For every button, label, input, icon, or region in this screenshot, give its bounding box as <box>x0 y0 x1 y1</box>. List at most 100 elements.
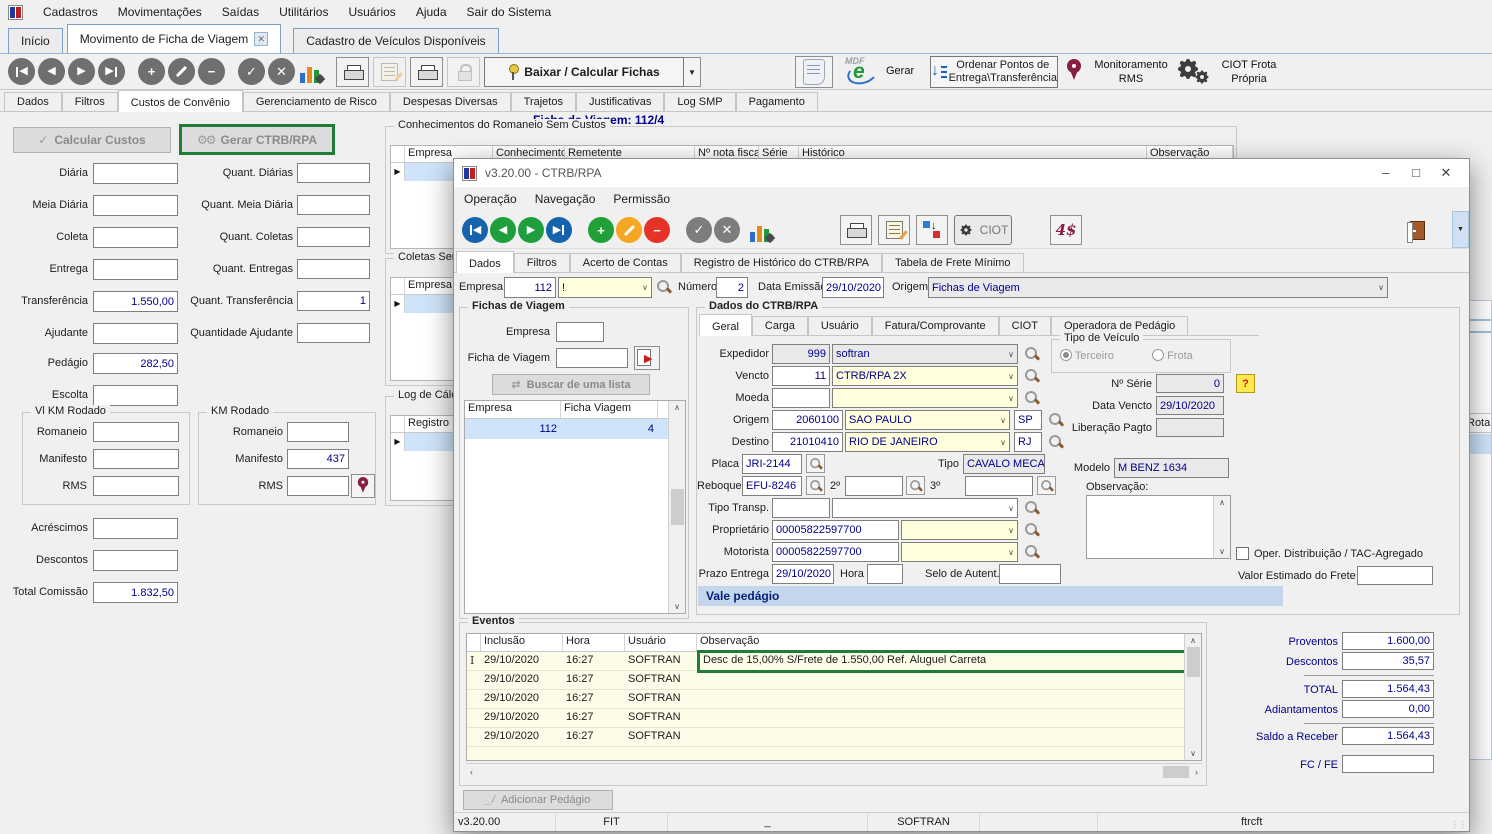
destino-combo[interactable]: RIO DE JANEIRO∨ <box>845 432 1010 452</box>
menu-ajuda[interactable]: Ajuda <box>416 5 447 19</box>
subtab-gerenciamento-risco[interactable]: Gerenciamento de Risco <box>243 92 390 111</box>
scroll-up-icon[interactable]: ∧ <box>1190 636 1196 645</box>
destino-uf-field[interactable]: RJ <box>1014 432 1042 452</box>
toolbar-dropdown-arrow[interactable]: ▼ <box>1452 211 1469 248</box>
observacao-textarea[interactable]: ∧∨ <box>1086 495 1231 559</box>
ordenar-pontos-button[interactable]: Ordenar Pontos deEntrega\Transferência <box>930 56 1058 88</box>
numero-field[interactable]: 2 <box>716 277 748 298</box>
calcular-custos-button[interactable]: ✓Calcular Custos <box>13 127 171 153</box>
proprietario-field[interactable]: 00005822597700 <box>772 520 899 540</box>
close-tab-icon[interactable]: ✕ <box>254 32 268 46</box>
subtab-log-smp[interactable]: Log SMP <box>664 92 735 111</box>
quant-meia-diaria-field[interactable] <box>297 195 370 215</box>
vertical-scrollbar[interactable]: ∧ ∨ <box>1184 634 1201 760</box>
col-hora[interactable]: Hora <box>563 634 625 651</box>
nav-first-button[interactable]: ◀ <box>462 217 488 243</box>
horizontal-scrollbar[interactable]: ‹ › <box>466 763 1202 779</box>
tab-movimento-ficha-viagem[interactable]: Movimento de Ficha de Viagem ✕ <box>67 24 282 53</box>
reboque2-field[interactable] <box>845 476 903 496</box>
delete-button[interactable]: − <box>198 58 225 85</box>
confirm-button[interactable]: ✓ <box>686 217 712 243</box>
modelo-field[interactable]: M BENZ 1634 <box>1114 458 1229 478</box>
gears-icon[interactable] <box>1180 61 1214 85</box>
proventos-field[interactable]: 1.600,00 <box>1342 632 1434 650</box>
exit-button[interactable] <box>1402 215 1432 245</box>
search-icon[interactable] <box>656 279 672 295</box>
subtab-custos-convenio[interactable]: Custos de Convênio <box>118 90 243 112</box>
transfer-button[interactable] <box>916 215 948 245</box>
data-emissao-field[interactable]: 29/10/2020 <box>822 277 884 298</box>
baixar-calcular-button[interactable]: Baixar / Calcular Fichas <box>484 57 684 87</box>
quant-diarias-field[interactable] <box>297 163 370 183</box>
dtab-acerto-contas[interactable]: Acerto de Contas <box>570 253 681 272</box>
saldo-receber-field[interactable]: 1.564,43 <box>1342 727 1434 745</box>
menu-navegacao[interactable]: Navegação <box>535 192 596 206</box>
tab-inicio[interactable]: Início <box>8 28 63 53</box>
print-button[interactable] <box>336 57 369 87</box>
acrescimos-field[interactable] <box>93 518 178 539</box>
km-manifesto-field[interactable]: 437 <box>287 449 349 469</box>
reboque3-search-button[interactable] <box>1037 476 1056 495</box>
evento-row[interactable]: I 29/10/2020 16:27 SOFTRAN Desc de 15,00… <box>467 652 1201 671</box>
prazo-entrega-field[interactable]: 29/10/2020 <box>772 564 834 584</box>
reboque1-search-button[interactable] <box>806 476 825 495</box>
tipo-transp-code-field[interactable] <box>772 498 830 518</box>
gerar-ctrb-rpa-button[interactable]: ⚙⚙Gerar CTRB/RPA <box>179 124 335 155</box>
nav-last-button[interactable]: ▶ <box>546 217 572 243</box>
subtab-pagamento[interactable]: Pagamento <box>736 92 818 111</box>
dialog-titlebar[interactable]: v3.20.00 - CTRB/RPA – □ ✕ <box>454 159 1469 187</box>
cancel-button[interactable]: ✕ <box>714 217 740 243</box>
quantidade-ajudante-field[interactable] <box>297 323 370 343</box>
total-comissao-field[interactable]: 1.832,50 <box>93 582 178 603</box>
vale-pedagio-bar[interactable]: Vale pedágio <box>698 586 1283 606</box>
notes-button[interactable] <box>878 215 910 245</box>
search-icon[interactable] <box>1024 544 1040 560</box>
gtab-usuario[interactable]: Usuário <box>808 316 872 335</box>
origem-code-field[interactable]: 2060100 <box>772 410 843 430</box>
subtab-filtros[interactable]: Filtros <box>62 92 118 111</box>
selo-field[interactable] <box>999 564 1061 584</box>
resize-grip[interactable]: ⋮⋮ <box>1451 820 1467 829</box>
menu-usuarios[interactable]: Usuários <box>348 5 395 19</box>
search-icon[interactable] <box>1024 390 1040 406</box>
reboque2-search-button[interactable] <box>906 476 925 495</box>
empresa-combo[interactable]: !∨ <box>558 277 652 298</box>
fichas-empresa-field[interactable] <box>556 322 604 342</box>
menu-saidas[interactable]: Saídas <box>222 5 259 19</box>
scroll-thumb[interactable] <box>1187 647 1200 677</box>
menu-movimentacoes[interactable]: Movimentações <box>118 5 202 19</box>
go-button[interactable] <box>634 346 660 370</box>
dtab-dados[interactable]: Dados <box>456 251 514 273</box>
pedagio-field[interactable]: 282,50 <box>93 353 178 374</box>
fichas-ficha-field[interactable] <box>556 348 628 368</box>
cancel-button[interactable]: ✕ <box>268 58 295 85</box>
hora-field[interactable] <box>867 564 903 584</box>
fc-fe-field[interactable] <box>1342 755 1434 773</box>
destino-code-field[interactable]: 21010410 <box>772 432 843 452</box>
menu-permissao[interactable]: Permissão <box>613 192 670 206</box>
col-empresa[interactable]: Empresa <box>465 401 561 418</box>
search-icon[interactable] <box>1024 500 1040 516</box>
descontos-field[interactable]: 35,57 <box>1342 652 1434 670</box>
origem-combo[interactable]: Fichas de Viagem∨ <box>928 277 1388 298</box>
tipo-transp-combo[interactable]: ∨ <box>832 498 1018 518</box>
vencto-code-field[interactable]: 11 <box>772 366 830 386</box>
radio-frota[interactable]: Frota <box>1152 349 1193 362</box>
evento-row[interactable]: 29/10/2020 16:27 SOFTRAN <box>467 709 1201 728</box>
empresa-field[interactable]: 112 <box>504 277 556 298</box>
expedidor-combo[interactable]: softran∨ <box>832 344 1018 364</box>
nav-first-button[interactable]: ◀ <box>8 58 35 85</box>
nav-prev-button[interactable]: ◀ <box>38 58 65 85</box>
moeda-code-field[interactable] <box>772 388 830 408</box>
scroll-thumb[interactable] <box>671 489 684 525</box>
quant-coletas-field[interactable] <box>297 227 370 247</box>
quant-entregas-field[interactable] <box>297 259 370 279</box>
maximize-button[interactable]: □ <box>1401 165 1431 181</box>
eventos-table[interactable]: Inclusão Hora Usuário Observação I 29/10… <box>466 633 1202 761</box>
vlkm-romaneio-field[interactable] <box>93 422 179 442</box>
subtab-despesas-diversas[interactable]: Despesas Diversas <box>390 92 511 111</box>
menu-sair[interactable]: Sair do Sistema <box>467 5 552 19</box>
descontos-field[interactable] <box>93 550 178 571</box>
proprietario-combo[interactable]: ∨ <box>901 520 1018 540</box>
minimize-button[interactable]: – <box>1371 165 1401 181</box>
